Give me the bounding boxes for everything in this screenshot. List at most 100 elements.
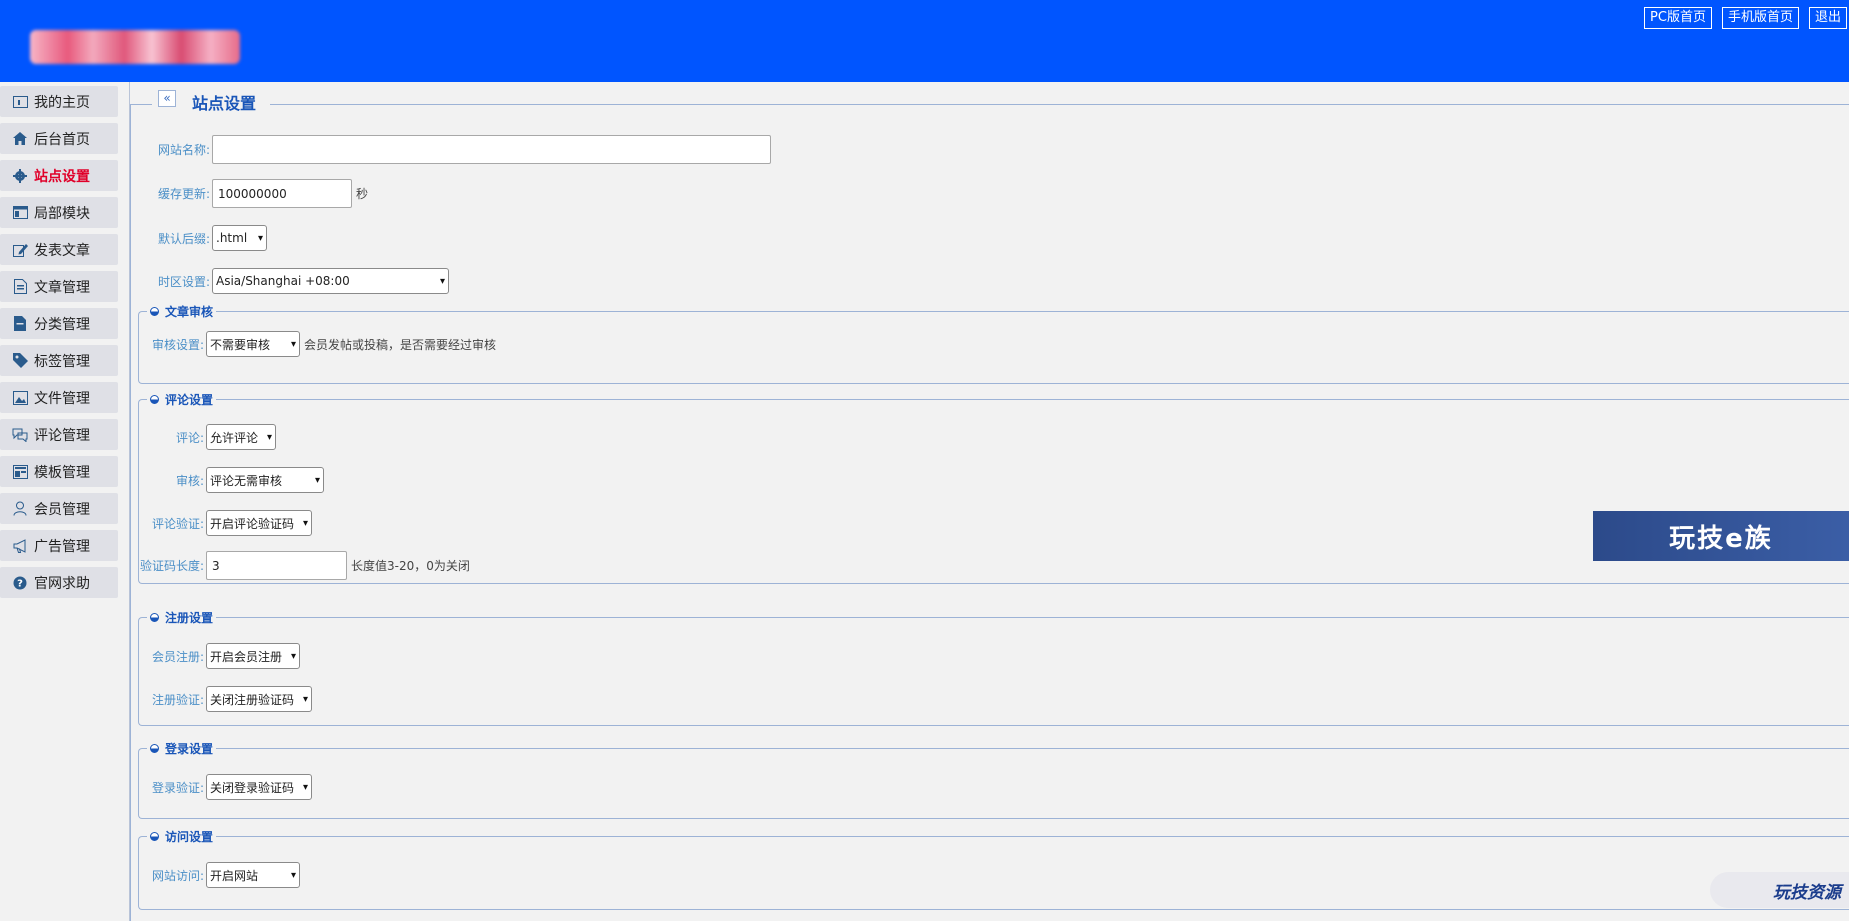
cache-input[interactable] [212,179,352,208]
chevron-down-icon: ▾ [302,781,308,793]
sidebar: 我的主页 后台首页 站点设置 局部模块 发表文章 文章管理 分类管理 标签管理 … [0,82,130,921]
comment-settings-legend: 评论设置 [147,391,217,408]
sidebar-item-site-settings[interactable]: 站点设置 [0,160,118,191]
top-header: PC版首页 手机版首页 退出 [0,0,1849,82]
site-access-row: 网站访问: 开启网站 ▾ [139,862,300,888]
layout-icon [12,205,28,221]
access-settings-section: 访问设置 网站访问: 开启网站 ▾ [138,828,1849,910]
audit-review-label: 审核设置: [151,337,204,352]
access-settings-legend: 访问设置 [147,828,217,845]
sidebar-item-post-article[interactable]: 发表文章 [0,234,118,265]
section-dot-icon [150,744,159,753]
title-divider [130,104,152,105]
comment-allow-value: 允许评论 [210,430,259,445]
sidebar-item-category-manage[interactable]: 分类管理 [0,308,118,339]
section-title: 文章审核 [165,305,214,319]
login-settings-section: 登录设置 登录验证: 关闭登录验证码 ▾ [138,740,1849,819]
tag-icon [12,353,28,369]
site-access-label: 网站访问: [151,868,204,883]
article-audit-section: 文章审核 审核设置: 不需要审核 ▾ 会员发帖或投稿，是否需要经过审核 [138,303,1849,384]
top-links: PC版首页 手机版首页 退出 [1644,7,1847,29]
logout-link[interactable]: 退出 [1808,7,1847,29]
sidebar-item-modules[interactable]: 局部模块 [0,197,118,228]
sidebar-item-my-home[interactable]: 我的主页 [0,86,118,117]
sidebar-item-file-manage[interactable]: 文件管理 [0,382,118,413]
site-name-label: 网站名称: [157,143,210,157]
mobile-home-link[interactable]: 手机版首页 [1721,7,1799,29]
collapse-sidebar-button[interactable]: « [158,90,176,107]
sidebar-item-article-manage[interactable]: 文章管理 [0,271,118,302]
timezone-select[interactable]: Asia/Shanghai +08:00 ▾ [212,268,449,294]
section-title: 注册设置 [165,611,214,625]
member-register-select[interactable]: 开启会员注册 ▾ [206,643,300,669]
section-title: 访问设置 [165,830,214,844]
member-register-label: 会员注册: [151,649,204,664]
login-captcha-label: 登录验证: [151,780,204,795]
main-content: « 站点设置 网站名称: 缓存更新: 秒 默认后缀: .html ▾ 时区设置: … [130,82,1849,921]
audit-review-select[interactable]: 不需要审核 ▾ [206,331,300,357]
comment-allow-label: 评论: [175,430,204,445]
page-title: 站点设置 [192,94,257,113]
timezone-select-value: Asia/Shanghai +08:00 [216,274,350,288]
comment-captcha-row: 评论验证: 开启评论验证码 ▾ [139,510,312,536]
comment-captcha-value: 开启评论验证码 [210,516,295,531]
suffix-select[interactable]: .html ▾ [212,225,267,251]
sidebar-item-label: 文章管理 [34,279,90,296]
svg-text:?: ? [17,578,23,589]
site-access-value: 开启网站 [210,868,259,883]
site-access-select[interactable]: 开启网站 ▾ [206,862,300,888]
sidebar-item-label: 站点设置 [34,168,90,185]
cache-unit: 秒 [356,187,369,201]
help-icon: ? [12,575,28,591]
register-settings-section: 注册设置 会员注册: 开启会员注册 ▾ 注册验证: 关闭注册验证码 ▾ [138,609,1849,726]
site-name-input[interactable] [212,135,771,164]
sidebar-item-ad-manage[interactable]: 广告管理 [0,530,118,561]
comment-allow-select[interactable]: 允许评论 ▾ [206,424,276,450]
brand-banner-text: 玩技e族 [1669,523,1773,554]
section-dot-icon [150,613,159,622]
sidebar-item-admin-home[interactable]: 后台首页 [0,123,118,154]
sidebar-item-label: 会员管理 [34,501,90,518]
sidebar-item-tag-manage[interactable]: 标签管理 [0,345,118,376]
home-icon [12,131,28,147]
comment-captcha-select[interactable]: 开启评论验证码 ▾ [206,510,312,536]
member-register-value: 开启会员注册 [210,649,283,664]
register-captcha-select[interactable]: 关闭注册验证码 ▾ [206,686,312,712]
pc-home-link[interactable]: PC版首页 [1644,7,1712,29]
section-dot-icon [150,395,159,404]
document-icon [12,279,28,295]
sidebar-item-comment-manage[interactable]: 评论管理 [0,419,118,450]
template-icon [12,464,28,480]
comment-icon [12,427,28,443]
audit-review-row: 审核设置: 不需要审核 ▾ 会员发帖或投稿，是否需要经过审核 [139,331,496,357]
sidebar-item-label: 局部模块 [34,205,90,222]
section-dot-icon [150,307,159,316]
timezone-label: 时区设置: [157,274,210,289]
sidebar-item-member-manage[interactable]: 会员管理 [0,493,118,524]
chevron-down-icon: ▾ [266,431,272,443]
captcha-length-row: 验证码长度: 长度值3-20，0为关闭 [139,551,470,580]
chevron-down-icon: ▾ [302,517,308,529]
suffix-select-value: .html [216,231,248,245]
cache-row: 缓存更新: 秒 [130,179,368,208]
suffix-row: 默认后缀: .html ▾ [130,225,267,251]
login-captcha-select[interactable]: 关闭登录验证码 ▾ [206,774,312,800]
login-settings-legend: 登录设置 [147,740,217,757]
comment-review-select[interactable]: 评论无需审核 ▾ [206,467,324,493]
captcha-length-label: 验证码长度: [139,559,204,573]
site-logo[interactable] [30,30,240,64]
chevron-down-icon: ▾ [290,869,296,881]
timezone-row: 时区设置: Asia/Shanghai +08:00 ▾ [130,268,449,294]
card-icon [12,94,28,110]
register-captcha-value: 关闭注册验证码 [210,692,295,707]
sidebar-item-template-manage[interactable]: 模板管理 [0,456,118,487]
edit-icon [12,242,28,258]
audit-review-value: 不需要审核 [210,337,271,352]
sidebar-item-official-help[interactable]: ? 官网求助 [0,567,118,598]
sidebar-item-label: 模板管理 [34,464,90,481]
chevron-down-icon: ▾ [257,232,263,244]
sidebar-item-label: 发表文章 [34,242,90,259]
captcha-length-input[interactable] [206,551,347,580]
login-captcha-value: 关闭登录验证码 [210,780,295,795]
gear-icon [12,168,28,184]
